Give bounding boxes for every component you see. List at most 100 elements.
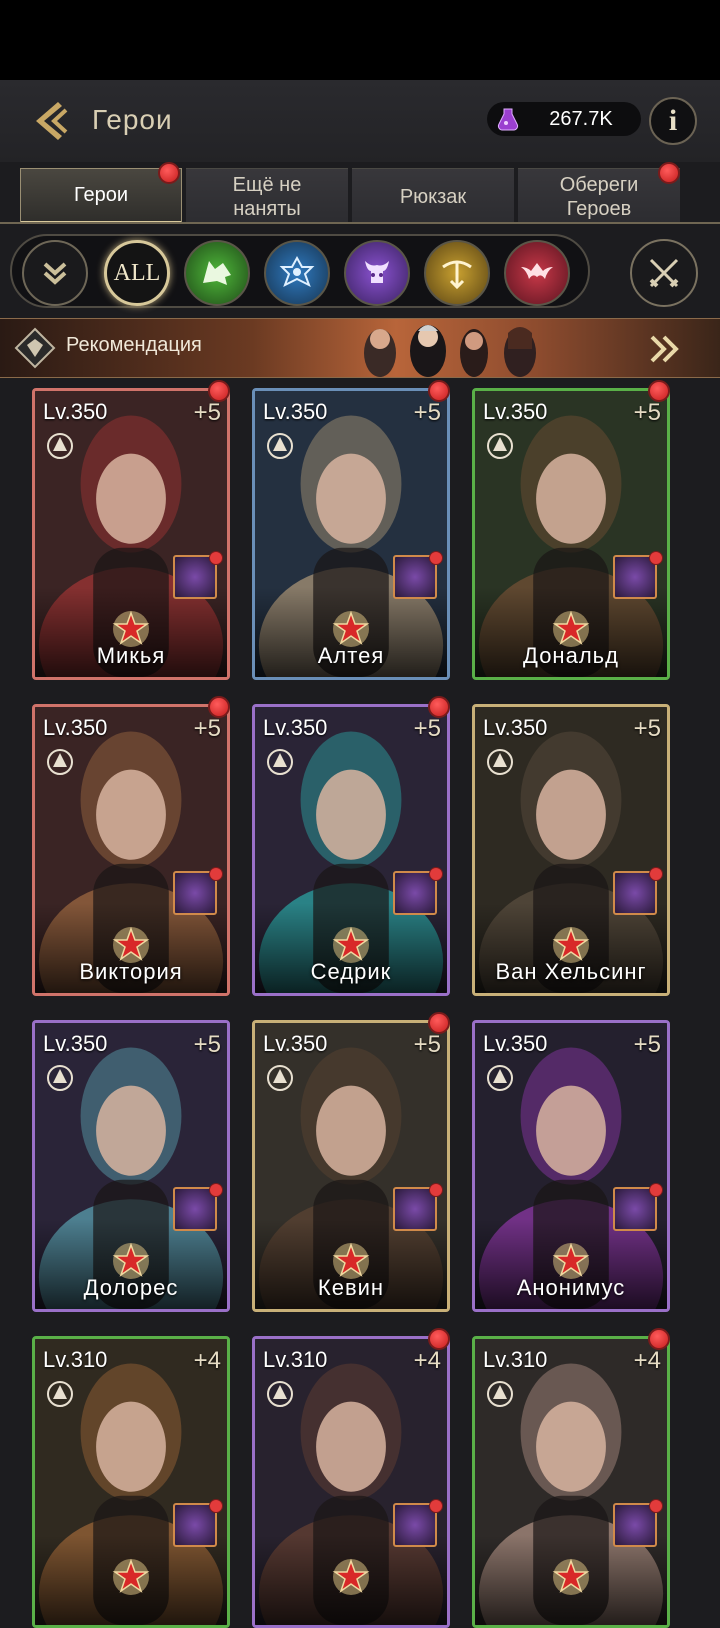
chevron-double-right-icon — [650, 335, 679, 363]
filter-all-label: ALL — [113, 259, 161, 286]
hero-card[interactable]: Lv.350 +5 Седрик — [252, 704, 450, 996]
hero-card[interactable]: Lv.350 +5 Виктория — [32, 704, 230, 996]
hero-level: Lv.350 — [43, 715, 108, 740]
item-notification-dot — [649, 867, 663, 881]
tab-not-hired[interactable]: Ещё не наняты — [186, 168, 348, 224]
hero-bonus: +5 — [413, 399, 441, 426]
faction-emblem-icon — [267, 1381, 293, 1407]
item-notification-dot — [649, 551, 663, 565]
hero-card[interactable]: Lv.350 +5 Алтея — [252, 388, 450, 680]
item-notification-dot — [209, 551, 223, 565]
item-notification-dot — [209, 1183, 223, 1197]
hero-level: Lv.350 — [483, 715, 548, 740]
eye-icon — [279, 255, 315, 288]
hero-card[interactable]: Lv.310 +4 — [472, 1336, 670, 1628]
hero-card[interactable]: Lv.350 +5 Кевин — [252, 1020, 450, 1312]
hero-level: Lv.310 — [263, 1347, 328, 1372]
hero-name: Седрик — [310, 959, 392, 984]
filter-all-button[interactable]: ALL — [104, 240, 170, 306]
faction-emblem-icon — [487, 433, 513, 459]
filter-bat-button[interactable] — [504, 240, 570, 306]
filter-wolf-button[interactable] — [184, 240, 250, 306]
tab-label: Обереги Героев — [559, 173, 639, 220]
tab-divider — [0, 222, 720, 224]
hero-bonus: +5 — [193, 399, 221, 426]
filter-demon-button[interactable] — [344, 240, 410, 306]
tab-hero-charms[interactable]: Обереги Героев — [518, 168, 680, 224]
tab-label: Рюкзак — [399, 185, 467, 208]
currency-display: 267.7K — [487, 102, 641, 136]
hero-bonus: +5 — [193, 715, 221, 742]
crossed-swords-icon — [649, 258, 679, 288]
item-notification-dot — [429, 1183, 443, 1197]
page-title: Герои — [92, 104, 173, 135]
faction-emblem-icon — [267, 433, 293, 459]
recommendation-label: Рекомендация — [66, 334, 202, 356]
faction-emblem-icon — [47, 1065, 73, 1091]
hero-bonus: +5 — [413, 715, 441, 742]
info-button[interactable]: i — [649, 97, 697, 145]
filter-crossbow-button[interactable] — [424, 240, 490, 306]
item-notification-dot — [209, 867, 223, 881]
notification-dot — [648, 380, 670, 402]
tab-bar: Герои Ещё не наняты Рюкзак Обереги Герое… — [0, 162, 720, 224]
wolf-icon — [203, 261, 231, 285]
hero-level: Lv.350 — [263, 399, 328, 424]
hero-bonus: +4 — [413, 1347, 441, 1374]
currency-value: 267.7K — [549, 108, 613, 130]
notification-dot — [158, 162, 180, 184]
hero-card[interactable]: Lv.350 +5 Дональд — [472, 388, 670, 680]
notification-dot — [208, 380, 230, 402]
item-notification-dot — [209, 1499, 223, 1513]
hero-level: Lv.350 — [263, 1031, 328, 1056]
filter-bar: ALL — [10, 234, 590, 308]
hero-level: Lv.310 — [483, 1347, 548, 1372]
faction-emblem-icon — [47, 433, 73, 459]
crossed-swords-button[interactable] — [630, 239, 698, 307]
hero-card[interactable]: Lv.350 +5 Ван Хельсинг — [472, 704, 670, 996]
hero-name: Ван Хельсинг — [495, 959, 647, 984]
back-arrow-icon[interactable] — [26, 96, 76, 146]
hero-card[interactable]: Lv.310 +4 — [252, 1336, 450, 1628]
hero-bonus: +4 — [633, 1347, 661, 1374]
recommendation-heroes-art — [364, 325, 536, 377]
hero-level: Lv.350 — [483, 1031, 548, 1056]
potion-icon — [497, 108, 519, 131]
hero-name: Долорес — [83, 1275, 179, 1300]
top-bar: Герои 267.7K i — [0, 80, 720, 162]
bat-icon — [521, 263, 553, 279]
star-rank-icon — [332, 1558, 370, 1595]
item-notification-dot — [429, 1499, 443, 1513]
hero-name: Микья — [96, 643, 166, 668]
faction-emblem-icon — [487, 1065, 513, 1091]
filter-eye-button[interactable] — [264, 240, 330, 306]
hero-name: Виктория — [79, 959, 183, 984]
hero-name: Кевин — [317, 1275, 385, 1300]
hero-level: Lv.350 — [263, 715, 328, 740]
hero-level: Lv.350 — [43, 399, 108, 424]
hero-bonus: +5 — [193, 1031, 221, 1058]
demon-skull-icon — [365, 261, 389, 283]
chevron-double-down-icon — [43, 262, 67, 285]
hero-name: Анонимус — [516, 1275, 626, 1300]
faction-emblem-icon — [47, 1381, 73, 1407]
recommendation-banner[interactable]: Рекомендация — [0, 318, 720, 378]
tab-label: Герои — [73, 184, 129, 206]
faction-emblem-icon — [267, 1065, 293, 1091]
hero-card[interactable]: Lv.350 +5 Долорес — [32, 1020, 230, 1312]
hero-level: Lv.310 — [43, 1347, 108, 1372]
tab-backpack[interactable]: Рюкзак — [352, 168, 514, 224]
hero-level: Lv.350 — [43, 1031, 108, 1056]
faction-emblem-icon — [47, 749, 73, 775]
notification-dot — [428, 380, 450, 402]
hero-card[interactable]: Lv.350 +5 Анонимус — [472, 1020, 670, 1312]
hero-card[interactable]: Lv.350 +5 Микья — [32, 388, 230, 680]
notification-dot — [208, 696, 230, 718]
hero-bonus: +5 — [633, 1031, 661, 1058]
hero-bonus: +5 — [633, 399, 661, 426]
item-notification-dot — [649, 1183, 663, 1197]
notification-dot — [428, 1328, 450, 1350]
hero-card[interactable]: Lv.310 +4 — [32, 1336, 230, 1628]
faction-emblem-icon — [487, 1381, 513, 1407]
expand-filter-button[interactable] — [22, 240, 88, 306]
